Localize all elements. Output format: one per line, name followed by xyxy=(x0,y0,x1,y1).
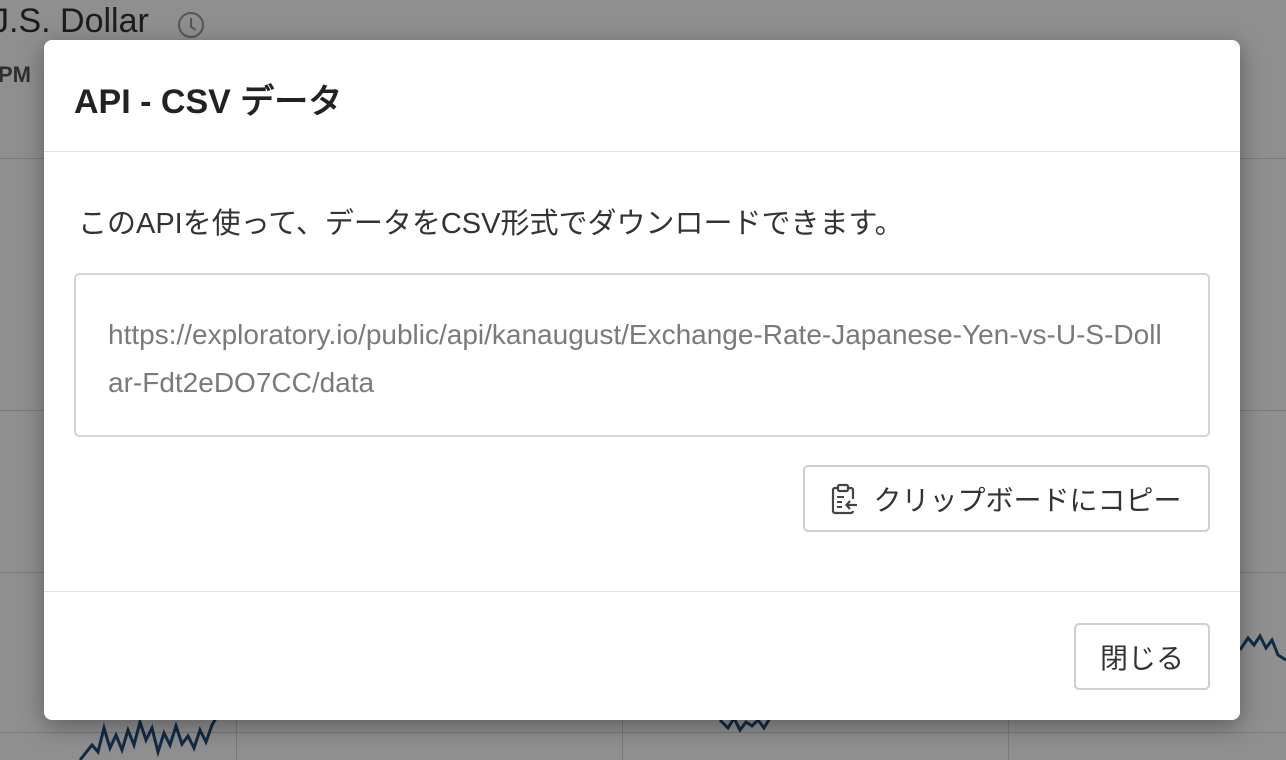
copy-to-clipboard-button[interactable]: クリップボードにコピー xyxy=(803,465,1210,532)
close-button[interactable]: 閉じる xyxy=(1074,623,1210,690)
dialog-header: API - CSV データ xyxy=(44,40,1240,152)
clipboard-icon xyxy=(832,483,858,514)
dialog-footer: 閉じる xyxy=(44,592,1240,720)
copy-button-label: クリップボードにコピー xyxy=(873,484,1182,516)
dialog-body: このAPIを使って、データをCSV形式でダウンロードできます。 https://… xyxy=(44,152,1240,592)
api-url-field[interactable]: https://exploratory.io/public/api/kanaug… xyxy=(74,273,1210,437)
dialog-title: API - CSV データ xyxy=(74,83,343,121)
dialog-description: このAPIを使って、データをCSV形式でダウンロードできます。 xyxy=(78,208,904,240)
api-csv-dialog: API - CSV データ このAPIを使って、データをCSV形式でダウンロード… xyxy=(44,40,1240,720)
